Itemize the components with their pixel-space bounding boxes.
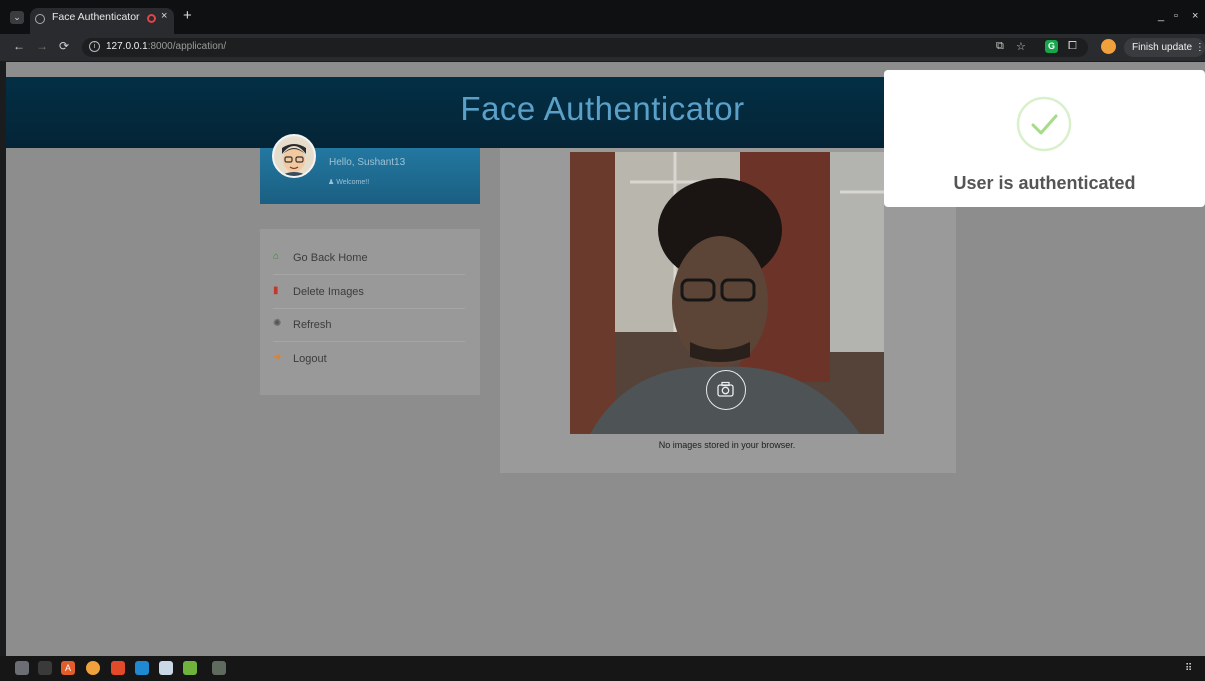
software-center-icon[interactable]: A bbox=[61, 661, 75, 675]
terminal-icon[interactable] bbox=[38, 661, 52, 675]
files-icon[interactable] bbox=[15, 661, 29, 675]
cast-icon[interactable]: ⧉ bbox=[996, 40, 1004, 53]
auth-success-message: User is authenticated bbox=[953, 173, 1136, 193]
back-arrow-icon[interactable]: ← bbox=[13, 39, 25, 53]
welcome-text: ♟ Welcome!! bbox=[328, 178, 369, 186]
minimize-button[interactable]: _ bbox=[1158, 10, 1164, 22]
greeting-text: Hello, Sushant13 bbox=[329, 157, 406, 168]
url-text[interactable]: 127.0.0.1:8000/application/ bbox=[106, 41, 226, 52]
site-info-icon[interactable]: i bbox=[89, 41, 100, 52]
app-grid-icon[interactable]: ⠿ bbox=[1185, 663, 1192, 674]
forward-arrow-icon[interactable]: → bbox=[36, 39, 48, 53]
os-taskbar bbox=[0, 656, 1205, 681]
finish-update-button[interactable]: Finish update ⋮ bbox=[1124, 38, 1205, 57]
close-window-button[interactable]: × bbox=[1192, 10, 1198, 22]
reload-icon[interactable]: ⟳ bbox=[59, 39, 69, 53]
capture-button[interactable] bbox=[706, 370, 746, 410]
user-avatar bbox=[272, 134, 316, 178]
url-host: 127.0.0.1 bbox=[106, 41, 148, 52]
vscode-icon[interactable] bbox=[135, 661, 149, 675]
logout-icon: ➔ bbox=[273, 352, 282, 363]
no-images-message: No images stored in your browser. bbox=[658, 440, 796, 450]
trash-icon: ▮ bbox=[273, 285, 279, 296]
menu-item-label: Go Back Home bbox=[293, 252, 368, 264]
tab-search-button[interactable]: ⌄ bbox=[10, 11, 24, 24]
menu-item-label: Logout bbox=[293, 353, 327, 365]
refresh-icon: ✺ bbox=[273, 318, 282, 329]
user-icon: ♟ bbox=[328, 179, 335, 186]
profile-avatar-icon[interactable] bbox=[1101, 39, 1116, 54]
trash-bin-icon[interactable] bbox=[212, 661, 226, 675]
menu-item-delete-images[interactable]: ▮ Delete Images bbox=[273, 277, 465, 309]
tab-close-button[interactable]: × bbox=[161, 10, 167, 22]
globe-icon bbox=[35, 14, 45, 24]
recording-icon bbox=[147, 14, 156, 23]
browser-tab-bar bbox=[0, 0, 1205, 34]
tab-title: Face Authenticator bbox=[52, 11, 140, 23]
home-icon: ⌂ bbox=[273, 251, 280, 262]
menu-item-label: Delete Images bbox=[293, 286, 364, 298]
url-path: :8000/application/ bbox=[147, 41, 227, 52]
menu-item-label: Refresh bbox=[293, 319, 332, 331]
address-bar[interactable] bbox=[82, 38, 1088, 57]
extension-icon[interactable]: G bbox=[1045, 40, 1058, 53]
menu-item-logout[interactable]: ➔ Logout bbox=[273, 344, 465, 376]
bookmark-star-icon[interactable]: ☆ bbox=[1016, 40, 1026, 53]
restore-button[interactable]: ▫ bbox=[1174, 10, 1178, 22]
welcome-label: Welcome!! bbox=[336, 179, 370, 186]
image-viewer-icon[interactable] bbox=[183, 661, 197, 675]
finish-update-label: Finish update bbox=[1132, 42, 1193, 53]
extensions-puzzle-icon[interactable]: ⧠ bbox=[1068, 40, 1077, 53]
new-tab-button[interactable]: + bbox=[183, 7, 192, 24]
brave-icon[interactable] bbox=[111, 661, 125, 675]
chrome-icon[interactable] bbox=[86, 661, 100, 675]
camera-icon bbox=[717, 381, 734, 397]
menu-item-home[interactable]: ⌂ Go Back Home bbox=[273, 243, 465, 275]
text-editor-icon[interactable] bbox=[159, 661, 173, 675]
menu-item-refresh[interactable]: ✺ Refresh bbox=[273, 310, 465, 342]
check-circle-icon bbox=[1016, 96, 1072, 152]
